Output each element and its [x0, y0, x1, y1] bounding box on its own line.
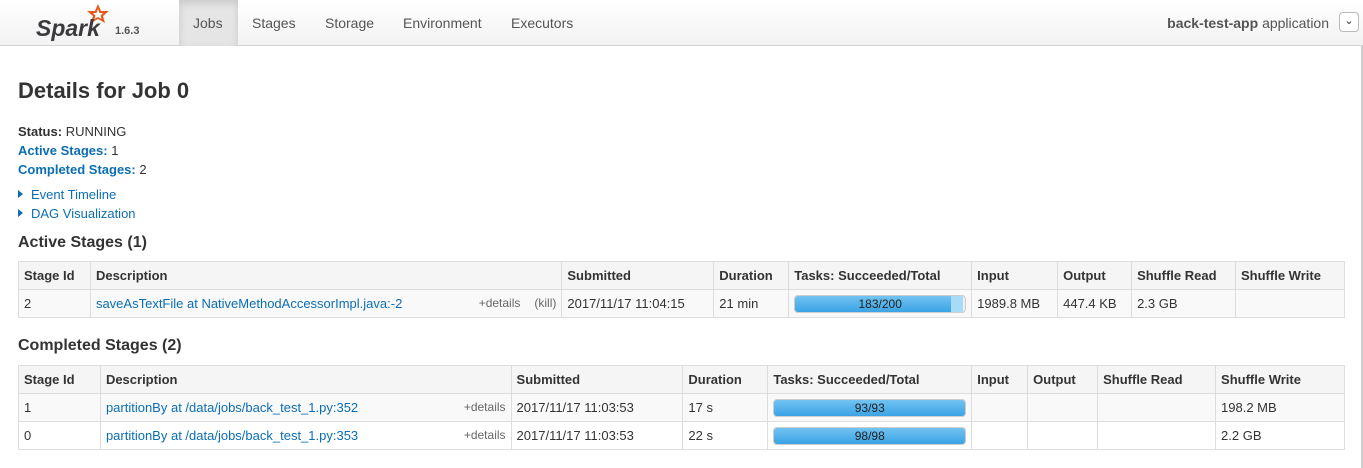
- application-name: back-test-app: [1167, 15, 1259, 31]
- tab-stages[interactable]: Stages: [238, 0, 310, 46]
- brand-text: Spark: [36, 15, 101, 41]
- input-size: [971, 421, 1029, 450]
- table-row: 0 partitionBy at /data/jobs/back_test_1.…: [18, 421, 1345, 450]
- application-title: back-test-app application: [1167, 0, 1329, 46]
- column-header[interactable]: Shuffle Write: [1235, 261, 1345, 290]
- column-header[interactable]: Tasks: Succeeded/Total: [767, 365, 973, 394]
- completed-stages-line: Completed Stages: 2: [18, 160, 147, 179]
- status-value: RUNNING: [65, 124, 127, 139]
- table-header-row: Stage Id Description Submitted Duration …: [18, 261, 1345, 290]
- duration: 21 min: [713, 289, 790, 318]
- description-cell: partitionBy at /data/jobs/back_test_1.py…: [99, 393, 512, 422]
- column-header[interactable]: Stage Id: [18, 261, 91, 290]
- shuffle-read: [1097, 393, 1217, 422]
- task-progress-bar: 93/93: [773, 398, 967, 417]
- description-cell: partitionBy at /data/jobs/back_test_1.py…: [99, 421, 512, 450]
- status-line: Status: RUNNING: [18, 122, 147, 141]
- tab-executors[interactable]: Executors: [497, 0, 587, 46]
- chevron-down-icon[interactable]: ⌄: [1339, 12, 1359, 32]
- column-header[interactable]: Duration: [713, 261, 790, 290]
- table-header-row: Stage Id Description Submitted Duration …: [18, 365, 1345, 394]
- details-toggle[interactable]: +details: [464, 428, 506, 442]
- submitted-time: 2017/11/17 11:03:53: [510, 393, 684, 422]
- stage-description-link[interactable]: partitionBy at /data/jobs/back_test_1.py…: [106, 400, 358, 415]
- shuffle-read: [1097, 421, 1217, 450]
- task-progress-bar: 183/200: [794, 294, 967, 313]
- output-size: 447.4 KB: [1057, 289, 1133, 318]
- completed-stages-heading: Completed Stages (2): [18, 337, 182, 354]
- progress-label: 93/93: [854, 400, 885, 415]
- event-timeline-toggle[interactable]: Event Timeline: [18, 187, 116, 202]
- table-row: 2 saveAsTextFile at NativeMethodAccessor…: [18, 289, 1345, 318]
- input-size: 1989.8 MB: [971, 289, 1059, 318]
- job-summary: Status: RUNNING Active Stages: 1 Complet…: [18, 122, 147, 179]
- tab-environment[interactable]: Environment: [389, 0, 496, 46]
- status-label: Status:: [18, 124, 63, 139]
- table-row: 1 partitionBy at /data/jobs/back_test_1.…: [18, 393, 1345, 422]
- stage-id: 2: [18, 289, 91, 318]
- shuffle-write: 198.2 MB: [1215, 393, 1345, 422]
- stage-description-link[interactable]: saveAsTextFile at NativeMethodAccessorIm…: [96, 296, 402, 311]
- output-size: [1027, 421, 1099, 450]
- column-header[interactable]: Shuffle Write: [1215, 365, 1345, 394]
- column-header[interactable]: Submitted: [510, 365, 684, 394]
- progress-label: 98/98: [854, 428, 885, 443]
- column-header[interactable]: Output: [1027, 365, 1099, 394]
- output-size: [1027, 393, 1099, 422]
- details-toggle[interactable]: +details: [464, 400, 506, 414]
- top-navbar: Spark 1.6.3 Jobs Stages Storage Environm…: [0, 0, 1363, 46]
- column-header[interactable]: Input: [971, 365, 1029, 394]
- tasks-cell: 98/98: [767, 421, 973, 450]
- duration: 17 s: [682, 393, 769, 422]
- completed-stages-table: Stage Id Description Submitted Duration …: [18, 365, 1345, 450]
- active-stages-table: Stage Id Description Submitted Duration …: [18, 261, 1345, 318]
- kill-link[interactable]: (kill): [534, 296, 556, 310]
- tasks-cell: 93/93: [767, 393, 973, 422]
- column-header[interactable]: Description: [99, 365, 512, 394]
- submitted-time: 2017/11/17 11:04:15: [561, 289, 715, 318]
- tasks-cell: 183/200: [788, 289, 973, 318]
- submitted-time: 2017/11/17 11:03:53: [510, 421, 684, 450]
- page-title: Details for Job 0: [18, 78, 190, 103]
- column-header[interactable]: Shuffle Read: [1131, 261, 1236, 290]
- stage-id: 1: [18, 393, 101, 422]
- dag-visualization-label: DAG Visualization: [31, 206, 136, 221]
- column-header[interactable]: Stage Id: [18, 365, 101, 394]
- column-header[interactable]: Description: [89, 261, 563, 290]
- column-header[interactable]: Input: [971, 261, 1059, 290]
- spark-version: 1.6.3: [115, 25, 140, 37]
- active-stages-heading: Active Stages (1): [18, 234, 147, 251]
- completed-stages-count: 2: [139, 162, 147, 177]
- shuffle-write: [1235, 289, 1345, 318]
- column-header[interactable]: Output: [1057, 261, 1133, 290]
- shuffle-write: 2.2 GB: [1215, 421, 1345, 450]
- tab-storage[interactable]: Storage: [311, 0, 388, 46]
- spark-logo[interactable]: Spark: [36, 2, 116, 44]
- application-suffix: application: [1262, 15, 1329, 31]
- active-stages-link[interactable]: Active Stages:: [18, 143, 108, 158]
- task-progress-bar: 98/98: [773, 426, 967, 445]
- completed-stages-link[interactable]: Completed Stages:: [18, 162, 136, 177]
- stage-description-link[interactable]: partitionBy at /data/jobs/back_test_1.py…: [106, 428, 358, 443]
- caret-right-icon: [18, 209, 23, 217]
- column-header[interactable]: Shuffle Read: [1097, 365, 1217, 394]
- shuffle-read: 2.3 GB: [1131, 289, 1236, 318]
- stage-id: 0: [18, 421, 101, 450]
- column-header[interactable]: Tasks: Succeeded/Total: [788, 261, 973, 290]
- duration: 22 s: [682, 421, 769, 450]
- details-toggle[interactable]: +details: [479, 296, 521, 310]
- description-cell: saveAsTextFile at NativeMethodAccessorIm…: [89, 289, 563, 318]
- column-header[interactable]: Duration: [682, 365, 769, 394]
- input-size: [971, 393, 1029, 422]
- column-header[interactable]: Submitted: [561, 261, 715, 290]
- caret-right-icon: [18, 190, 23, 198]
- active-stages-count: 1: [111, 143, 119, 158]
- progress-label: 183/200: [858, 296, 902, 311]
- active-stages-line: Active Stages: 1: [18, 141, 147, 160]
- dag-visualization-toggle[interactable]: DAG Visualization: [18, 206, 136, 221]
- event-timeline-label: Event Timeline: [31, 187, 117, 202]
- tab-jobs[interactable]: Jobs: [179, 0, 238, 46]
